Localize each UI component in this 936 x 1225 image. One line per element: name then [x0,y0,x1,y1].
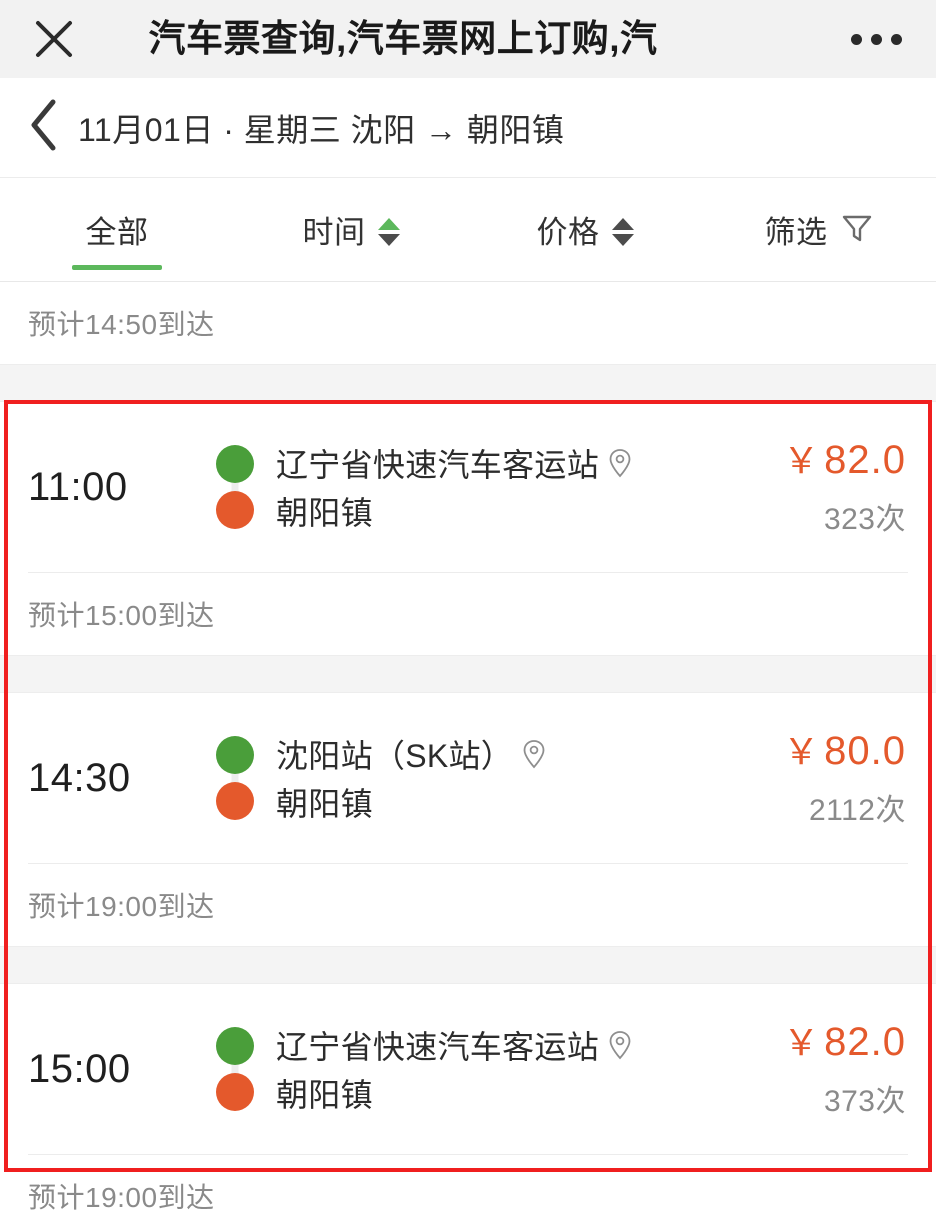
station-block: 辽宁省快速汽车客运站 朝阳镇 [208,1021,696,1117]
destination-dot-icon [216,491,254,529]
tab-price[interactable]: 价格 [468,178,702,282]
origin-station-row: 辽宁省快速汽车客运站 [276,1021,696,1069]
ticket-price: ￥ 82.0 [783,1014,906,1066]
tab-all[interactable]: 全部 [0,178,234,282]
trip-number: 2112次 [808,794,906,827]
browser-header: 汽车票查询,汽车票网上订购,汽 [0,0,936,78]
ticket-card[interactable]: 15:00 辽宁省快速汽车客运站 朝阳镇 ￥ 82.0 373次 预计19:00… [0,984,936,1225]
page-title: 汽车票查询,汽车票网上订购,汽 [148,18,658,59]
station-names: 辽宁省快速汽车客运站 朝阳镇 [262,439,696,535]
price-block: ￥ 82.0 373次 [696,1010,906,1128]
destination-dot-icon [216,782,254,820]
origin-station-name: 辽宁省快速汽车客运站 [276,447,600,483]
map-pin-icon[interactable] [607,448,633,478]
list-separator [0,364,936,402]
map-pin-icon[interactable] [607,1030,633,1060]
tab-time[interactable]: 时间 [234,178,468,282]
tab-all-label: 全部 [85,214,149,250]
destination-station-row: 朝阳镇 [276,487,696,535]
arrival-estimate: 预计14:50到达 [0,282,936,364]
destination-station-row: 朝阳镇 [276,1069,696,1117]
map-pin-icon[interactable] [521,739,547,769]
app-screen: 汽车票查询,汽车票网上订购,汽 11月01日 · 星期三 沈阳 → 朝阳镇 全部… [0,0,936,1225]
ticket-price: ￥ 82.0 [783,432,906,484]
route-summary: 11月01日 · 星期三 沈阳 → 朝阳镇 [78,111,565,148]
ticket-list: 预计14:50到达 11:00 辽宁省快速汽车客运站 朝阳镇 ￥ 82.0 32… [0,282,936,1225]
origin-station-row: 沈阳站（SK站） [276,730,696,778]
origin-station-name: 沈阳站（SK站） [276,738,514,774]
ticket-card[interactable]: 11:00 辽宁省快速汽车客运站 朝阳镇 ￥ 82.0 323次 预计15:00… [0,402,936,655]
route-bar[interactable]: 11月01日 · 星期三 沈阳 → 朝阳镇 [0,78,936,178]
tab-filter-label: 筛选 [764,214,828,250]
origin-station-row: 辽宁省快速汽车客运站 [276,439,696,487]
tab-time-label: 时间 [302,214,366,250]
origin-dot-icon [216,445,254,483]
route-timeline [208,439,262,535]
tab-filter[interactable]: 筛选 [702,178,936,282]
departure-time: 11:00 [28,464,128,509]
arrival-estimate: 预计15:00到达 [0,573,936,655]
currency-symbol: ￥ [783,731,821,772]
ticket-main: 14:30 沈阳站（SK站） 朝阳镇 ￥ 80.0 2112次 [0,693,936,863]
origin-dot-icon [216,1027,254,1065]
price-value: 82.0 [824,1020,906,1064]
more-icon-dot [850,33,862,45]
sort-arrows-icon-time [377,214,400,246]
departure-time: 15:00 [28,1046,131,1091]
ticket-main: 11:00 辽宁省快速汽车客运站 朝阳镇 ￥ 82.0 323次 [0,402,936,572]
list-separator [0,655,936,693]
ticket-main: 15:00 辽宁省快速汽车客运站 朝阳镇 ￥ 82.0 373次 [0,984,936,1154]
destination-dot-icon [216,1073,254,1111]
more-icon-dot [890,33,902,45]
destination-station-name: 朝阳镇 [276,786,373,822]
price-value: 80.0 [824,729,906,773]
station-block: 沈阳站（SK站） 朝阳镇 [208,730,696,826]
station-names: 沈阳站（SK站） 朝阳镇 [262,730,696,826]
ticket-price: ￥ 80.0 [783,723,906,775]
ticket-card[interactable]: 14:30 沈阳站（SK站） 朝阳镇 ￥ 80.0 2112次 预计19:00到… [0,693,936,946]
more-icon-dot [870,33,882,45]
filter-tabbar: 全部 时间 价格 筛选 [0,178,936,282]
arrival-estimate: 预计19:00到达 [0,1155,936,1225]
origin-dot-icon [216,736,254,774]
station-block: 辽宁省快速汽车客运站 朝阳镇 [208,439,696,535]
trip-number: 323次 [823,503,906,536]
chevron-left-icon [27,97,61,158]
departure-time: 14:30 [28,755,131,800]
sort-asc-arrow [377,218,400,230]
tab-price-label: 价格 [536,214,600,250]
price-value: 82.0 [824,438,906,482]
back-button[interactable] [18,92,70,164]
tab-active-underline [72,265,162,270]
destination-station-name: 朝阳镇 [276,495,373,531]
route-timeline [208,730,262,826]
more-menu-button[interactable] [816,0,936,78]
sort-arrows-icon-price [611,214,634,246]
arrival-estimate: 预计19:00到达 [0,864,936,946]
sort-desc-arrow [377,234,400,246]
list-separator [0,946,936,984]
close-icon [31,16,77,62]
station-names: 辽宁省快速汽车客运站 朝阳镇 [262,1021,696,1117]
sort-desc-arrow [611,234,634,246]
origin-station-name: 辽宁省快速汽车客运站 [276,1029,600,1065]
destination-station-name: 朝阳镇 [276,1077,373,1113]
sort-asc-arrow [611,218,634,230]
currency-symbol: ￥ [783,440,821,481]
currency-symbol: ￥ [783,1022,821,1063]
destination-station-row: 朝阳镇 [276,778,696,826]
trip-number: 373次 [823,1085,906,1118]
route-timeline [208,1021,262,1117]
filter-funnel-icon [840,211,874,250]
price-block: ￥ 82.0 323次 [696,428,906,546]
price-block: ￥ 80.0 2112次 [696,719,906,837]
close-button[interactable] [0,0,108,78]
